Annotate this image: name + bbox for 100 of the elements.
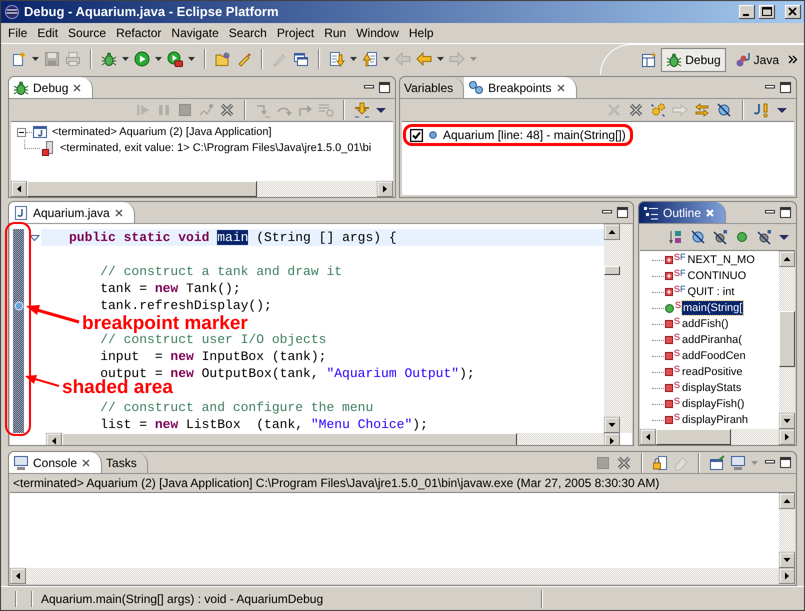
caret-icon[interactable] (350, 57, 357, 61)
scroll-right-button[interactable] (377, 181, 393, 197)
monitor-icon[interactable] (730, 454, 746, 470)
caret-icon[interactable] (122, 57, 129, 61)
menu-item[interactable]: Help (404, 24, 439, 42)
circle-slash-icon[interactable] (712, 229, 728, 245)
remove-x-icon[interactable] (628, 102, 644, 118)
double-chevron-icon[interactable] (788, 55, 798, 64)
tab[interactable]: Aquarium.java (9, 202, 135, 223)
close-icon[interactable] (72, 82, 82, 92)
new-file-icon[interactable] (11, 51, 27, 67)
outline-item[interactable]: displayPiranh (681, 413, 750, 427)
tab[interactable]: Breakpoints (464, 77, 577, 98)
maximize-icon[interactable] (779, 81, 792, 94)
circle-slash-icon[interactable] (690, 229, 706, 245)
brush-icon[interactable] (236, 51, 252, 67)
scrollbar[interactable] (779, 493, 795, 568)
scrollbar[interactable] (46, 433, 620, 445)
scroll-right-button[interactable] (604, 433, 620, 445)
scrollbar[interactable] (604, 224, 620, 433)
scrollbar[interactable] (11, 181, 393, 197)
outline-item[interactable]: CONTINUO (686, 269, 748, 283)
scrollbar[interactable] (779, 251, 795, 429)
menu-item[interactable]: Edit (32, 24, 64, 42)
scroll-left-button[interactable] (46, 433, 62, 445)
remove-x-icon[interactable] (616, 454, 632, 470)
menu-item[interactable]: Project (272, 24, 320, 42)
close-icon[interactable] (81, 458, 92, 468)
scrollbar[interactable] (640, 429, 795, 445)
circle-slash-icon[interactable] (756, 229, 772, 245)
circle-slash-icon[interactable] (716, 102, 732, 118)
minus-box-icon[interactable] (17, 128, 26, 136)
tree-item[interactable]: <terminated> Aquarium (2) [Java Application] (52, 124, 272, 140)
hook-exclamation-icon[interactable] (754, 102, 770, 118)
left-arrow-icon[interactable] (416, 51, 432, 67)
tab[interactable]: Outline (639, 202, 726, 223)
scroll-up-button[interactable] (604, 224, 620, 240)
scroll-down-button[interactable] (779, 413, 795, 429)
lock-document-icon[interactable] (652, 454, 668, 470)
scroll-right-button[interactable] (779, 429, 795, 445)
tree-item[interactable]: <terminated, exit value: 1> C:\Program Files\Java\jre1.5.0_01\bi (60, 140, 372, 156)
tab[interactable]: Debug (9, 77, 94, 98)
outline-item[interactable]: addFish() (681, 317, 730, 331)
maximize-button[interactable] (759, 5, 775, 19)
scroll-up-button[interactable] (779, 493, 795, 509)
document-down-arrow-icon[interactable] (329, 51, 345, 67)
stacked-windows-icon[interactable] (293, 51, 309, 67)
sort-icon[interactable] (668, 229, 684, 245)
menu-item[interactable]: Refactor (111, 24, 166, 42)
menu-item[interactable]: Window (351, 24, 404, 42)
maximize-icon[interactable] (779, 206, 792, 219)
menu-item[interactable]: Search (224, 24, 272, 42)
folder-icon[interactable] (215, 51, 231, 67)
scroll-down-button[interactable] (604, 417, 620, 433)
bug-icon[interactable] (101, 51, 117, 67)
tab[interactable]: Console (9, 452, 102, 473)
perspective-button[interactable]: Debug (661, 48, 726, 72)
scroll-right-button[interactable] (779, 568, 795, 584)
caret-icon[interactable] (383, 57, 390, 61)
scroll-thumb[interactable] (27, 181, 257, 197)
outline-item[interactable]: addFoodCen (681, 349, 747, 363)
breakpoint-item[interactable]: Aquarium [line: 48] - main(String[]) (443, 126, 626, 144)
swap-arrows-icon[interactable] (694, 102, 710, 118)
scroll-thumb[interactable] (779, 311, 795, 367)
close-icon[interactable] (556, 82, 566, 92)
play-toolbox-icon[interactable] (167, 51, 183, 67)
tab[interactable]: Variables (400, 77, 464, 98)
outline-item[interactable]: main(String[ (682, 301, 744, 315)
scroll-up-button[interactable] (779, 251, 795, 267)
caret-icon[interactable] (155, 57, 162, 61)
checkbox[interactable] (410, 128, 423, 142)
pin-window-icon[interactable] (709, 454, 725, 470)
outline-item[interactable]: displayFish() (681, 397, 746, 411)
remove-x-icon[interactable] (219, 102, 235, 118)
scroll-down-button[interactable] (779, 552, 795, 568)
gears-icon[interactable] (650, 102, 666, 118)
caret-icon[interactable] (32, 57, 39, 61)
maximize-icon[interactable] (378, 81, 391, 94)
collapse-triangle-icon[interactable] (29, 234, 40, 242)
dot-icon[interactable] (734, 229, 750, 245)
outline-item[interactable]: QUIT : int (686, 285, 736, 299)
maximize-icon[interactable] (616, 206, 629, 219)
scroll-left-button[interactable] (640, 429, 656, 445)
outline-item[interactable]: NEXT_N_MO (686, 253, 756, 267)
caret-icon[interactable] (188, 57, 195, 61)
menu-item[interactable]: File (3, 24, 32, 42)
outline-item[interactable]: readPositive (681, 365, 744, 379)
maximize-icon[interactable] (779, 456, 792, 469)
scroll-thumb[interactable] (656, 429, 731, 445)
menu-item[interactable]: Navigate (166, 24, 224, 42)
close-button[interactable] (785, 5, 801, 19)
scroll-thumb[interactable] (604, 266, 620, 275)
menu-item[interactable]: Run (319, 24, 352, 42)
step-filter-icon[interactable] (354, 102, 370, 118)
minimize-button[interactable] (739, 5, 755, 19)
outline-item[interactable]: displayStats (681, 381, 742, 395)
outline-item[interactable]: addPiranha( (681, 333, 743, 347)
caret-icon[interactable] (437, 57, 444, 61)
close-icon[interactable] (114, 208, 124, 218)
scroll-left-button[interactable] (11, 181, 27, 197)
